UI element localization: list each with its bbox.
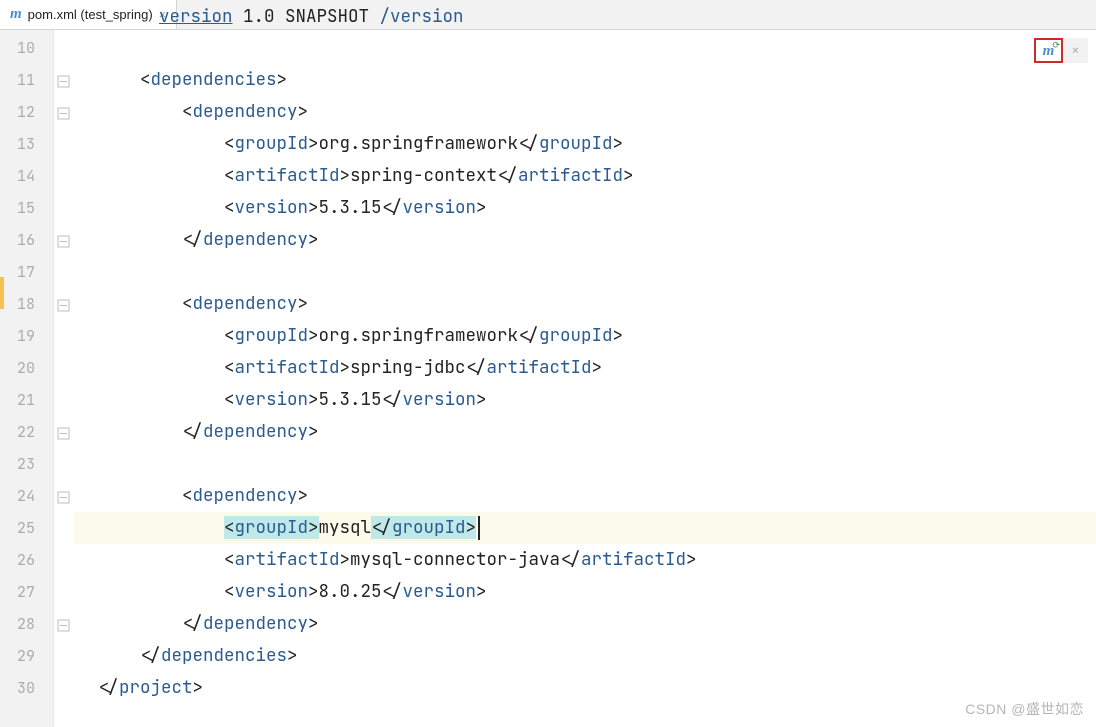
code-line[interactable]: <version>5.3.15</version>: [74, 384, 1096, 416]
line-number: 27: [0, 576, 53, 608]
truncated-prev-line: version 1.0 SNAPSHOT /version: [159, 1, 464, 33]
code-line[interactable]: <dependencies>: [74, 64, 1096, 96]
line-number: 16: [0, 224, 53, 256]
maven-icon: m: [10, 6, 22, 23]
line-number: 21: [0, 384, 53, 416]
tab-filename: pom.xml (test_spring): [28, 7, 153, 22]
line-number: 22: [0, 416, 53, 448]
code-line[interactable]: <groupId>mysql</groupId>: [74, 512, 1096, 544]
code-line[interactable]: [74, 32, 1096, 64]
fold-icon[interactable]: [57, 296, 70, 309]
code-line[interactable]: <dependency>: [74, 96, 1096, 128]
code-line[interactable]: <version>8.0.25</version>: [74, 576, 1096, 608]
code-line[interactable]: <artifactId>spring-jdbc</artifactId>: [74, 352, 1096, 384]
code-line[interactable]: </dependency>: [74, 224, 1096, 256]
code-line[interactable]: [74, 448, 1096, 480]
code-line[interactable]: <dependency>: [74, 480, 1096, 512]
fold-icon[interactable]: [57, 488, 70, 501]
code-line[interactable]: </dependency>: [74, 608, 1096, 640]
fold-icon[interactable]: [57, 232, 70, 245]
code-line[interactable]: <dependency>: [74, 288, 1096, 320]
line-number: 17: [0, 256, 53, 288]
watermark: CSDN @盛世如恋: [965, 699, 1084, 719]
fold-icon[interactable]: [57, 424, 70, 437]
code-line[interactable]: <groupId>org.springframework</groupId>: [74, 320, 1096, 352]
line-number: 25: [0, 512, 53, 544]
code-area[interactable]: version 1.0 SNAPSHOT /version m ⟳ × <dep…: [74, 30, 1096, 727]
code-line[interactable]: </dependencies>: [74, 640, 1096, 672]
line-number: 11: [0, 64, 53, 96]
fold-icon[interactable]: [57, 72, 70, 85]
change-marker: [0, 277, 4, 309]
line-number: 13: [0, 128, 53, 160]
fold-icon[interactable]: [57, 104, 70, 117]
code-line[interactable]: <artifactId>mysql-connector-java</artifa…: [74, 544, 1096, 576]
file-tab[interactable]: m pom.xml (test_spring) ×: [0, 0, 177, 29]
line-number: 29: [0, 640, 53, 672]
fold-icon[interactable]: [57, 616, 70, 629]
line-number: 23: [0, 448, 53, 480]
code-line[interactable]: <artifactId>spring-context</artifactId>: [74, 160, 1096, 192]
line-number: 10: [0, 32, 53, 64]
line-number: 24: [0, 480, 53, 512]
line-number: 12: [0, 96, 53, 128]
code-line[interactable]: </dependency>: [74, 416, 1096, 448]
line-number: 30: [0, 672, 53, 704]
line-number: 20: [0, 352, 53, 384]
code-line[interactable]: <groupId>org.springframework</groupId>: [74, 128, 1096, 160]
line-number: 19: [0, 320, 53, 352]
line-number: 28: [0, 608, 53, 640]
line-gutter: 1011121314151617181920212223242526272829…: [0, 30, 54, 727]
fold-column: [54, 30, 74, 727]
code-line[interactable]: [74, 256, 1096, 288]
line-number: 15: [0, 192, 53, 224]
code-line[interactable]: <version>5.3.15</version>: [74, 192, 1096, 224]
code-line[interactable]: </project>: [74, 672, 1096, 704]
line-number: 14: [0, 160, 53, 192]
line-number: 26: [0, 544, 53, 576]
line-number: 18: [0, 288, 53, 320]
editor: 1011121314151617181920212223242526272829…: [0, 30, 1096, 727]
